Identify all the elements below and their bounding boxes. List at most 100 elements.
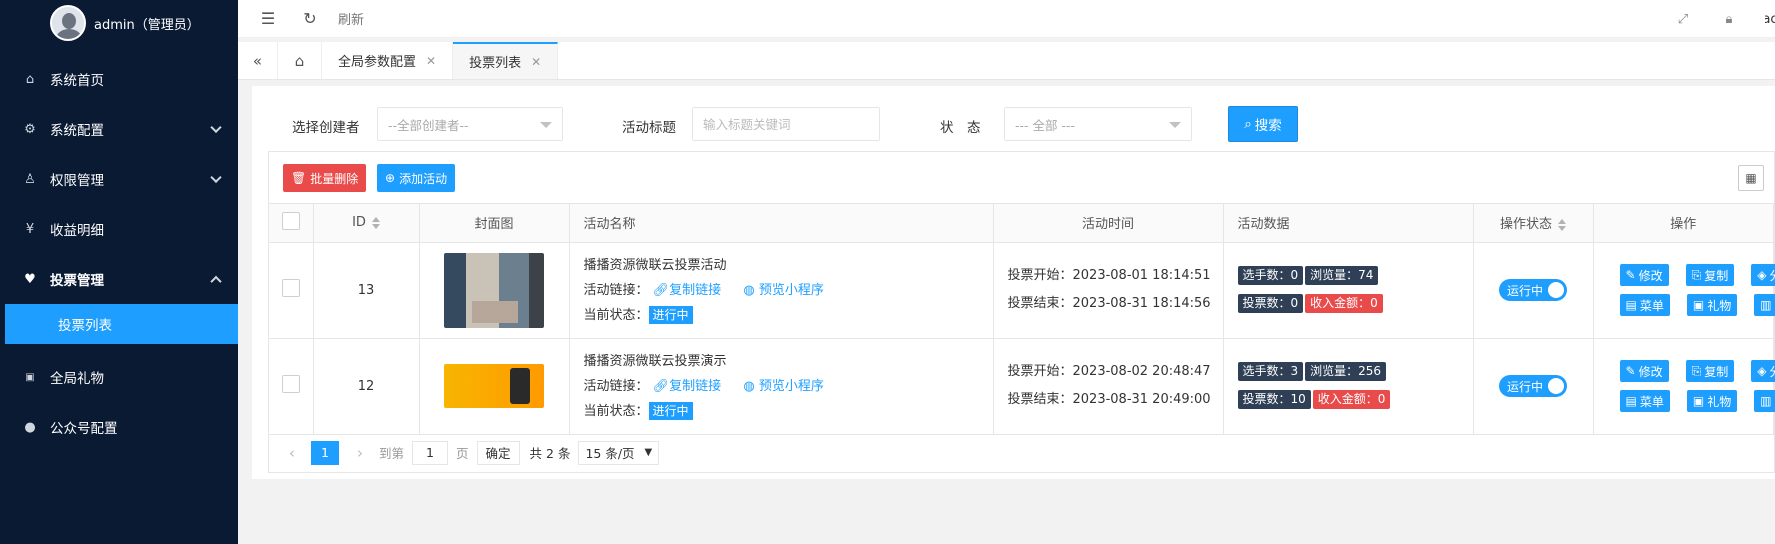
batch-delete-button[interactable]: 🗑︎ 批量删除 bbox=[283, 164, 367, 192]
refresh-icon[interactable]: ↻ bbox=[300, 9, 320, 29]
row-cover-cell bbox=[419, 338, 570, 435]
status-badge: 进行中 bbox=[648, 401, 693, 420]
copy-link[interactable]: 复制链接 bbox=[669, 283, 721, 298]
col-op-status[interactable]: 操作状态 bbox=[1473, 204, 1594, 243]
pagination: ‹ 1 › 到第 页 确定 共 2 条 15 条/页 ▼ bbox=[269, 435, 1774, 471]
add-activity-button[interactable]: ⊕ 添加活动 bbox=[377, 164, 456, 192]
players-badge: 选手数：0 bbox=[1237, 266, 1304, 285]
tab-global-params[interactable]: 全局参数配置 ✕ bbox=[322, 42, 454, 79]
activity-state-label: 当前状态： bbox=[583, 403, 649, 419]
sidebar-item-label: 系统配置 bbox=[50, 123, 104, 139]
activity-link-line: 活动链接： 🔗︎复制链接 ◍ 预览小程序 bbox=[584, 278, 993, 303]
search-button[interactable]: ⌕ 搜索 bbox=[1228, 106, 1298, 142]
preview-mini-program-link[interactable]: 预览小程序 bbox=[759, 379, 824, 394]
title-search-input[interactable] bbox=[692, 107, 880, 141]
gift-button[interactable]: ▣ 礼物 bbox=[1686, 390, 1738, 412]
copy-icon: ⎘ bbox=[1691, 363, 1702, 378]
row-select-cell bbox=[269, 242, 314, 339]
page-number-current[interactable]: 1 bbox=[311, 440, 339, 465]
sort-icon[interactable] bbox=[1558, 219, 1566, 231]
vote-end: 投票结束：2023-08-31 18:14:56 bbox=[1007, 296, 1211, 311]
fullscreen-icon[interactable]: ⤢ bbox=[1673, 9, 1693, 29]
page-size-select[interactable]: 15 条/页 ▼ bbox=[578, 440, 660, 465]
status-select[interactable]: --- 全部 --- bbox=[1004, 107, 1192, 141]
copy-label: 复制 bbox=[1704, 364, 1729, 379]
order-button[interactable]: ▥订单 bbox=[1754, 294, 1775, 316]
home-tab-icon[interactable]: ⌂ bbox=[278, 42, 322, 79]
vote-table: ID 封面图 活动名称 活动时间 活动数据 操作状态 操作 13 播播资源微联云… bbox=[269, 204, 1775, 435]
sidebar-item-permissions[interactable]: ♙ 权限管理 bbox=[0, 154, 238, 204]
sidebar-item-home[interactable]: ⌂ 系统首页 bbox=[0, 54, 238, 104]
copy-button[interactable]: ⎘ 复制 bbox=[1685, 360, 1735, 382]
running-switch[interactable]: 运行中 bbox=[1499, 279, 1567, 301]
row-checkbox[interactable] bbox=[281, 375, 300, 393]
search-icon: ⌕ bbox=[1244, 116, 1252, 132]
prev-page-icon[interactable]: ‹ bbox=[281, 444, 303, 462]
row-data-cell: 选手数：3 浏览量：256 投票数：10 收入金额：0 bbox=[1223, 338, 1474, 435]
user-profile[interactable]: admin（管理员） bbox=[0, 0, 238, 46]
select-all-checkbox[interactable] bbox=[281, 211, 300, 230]
lock-icon[interactable]: 🔒︎ bbox=[1719, 9, 1739, 29]
gift-icon: ▣ bbox=[1692, 298, 1705, 312]
copy-link-icon[interactable]: 🔗︎ bbox=[653, 379, 670, 394]
table-row: 12 播播资源微联云投票演示 活动链接： 🔗︎复制链接 ◍ 预览小程序 当前状态… bbox=[269, 338, 1775, 435]
data-grid: 🗑︎ 批量删除 ⊕ 添加活动 ▦ ID 封面图 活动名称 活动时间 活动数据 操… bbox=[268, 151, 1775, 473]
yen-icon: ¥ bbox=[25, 221, 35, 237]
cover-image[interactable] bbox=[444, 364, 544, 408]
sidebar-item-label: 公众号配置 bbox=[50, 421, 118, 437]
group-button[interactable]: ◈分组 bbox=[1751, 360, 1775, 382]
user-menu[interactable]: ac bbox=[1765, 9, 1775, 29]
select-all-cell bbox=[269, 204, 314, 243]
edit-label: 修改 bbox=[1638, 268, 1663, 283]
sidebar-item-income[interactable]: ¥ 收益明细 bbox=[0, 204, 238, 254]
sidebar-item-wechat[interactable]: ● 公众号配置 bbox=[0, 402, 238, 452]
row-ops-cell: ✎修改 ⎘复制 ◈分组 ▤菜单 ▣礼物 ▥订单 bbox=[1593, 242, 1775, 339]
sidebar-item-vote-manage[interactable]: ♥ 投票管理 bbox=[0, 254, 238, 304]
group-button[interactable]: ◈分组 bbox=[1751, 264, 1775, 286]
tab-vote-list[interactable]: 投票列表 ✕ bbox=[453, 42, 559, 79]
gift-button[interactable]: ▣ 礼物 bbox=[1686, 294, 1738, 316]
edit-button[interactable]: ✎ 修改 bbox=[1619, 360, 1669, 382]
col-id[interactable]: ID bbox=[313, 204, 420, 243]
menu-button[interactable]: ▤ 菜单 bbox=[1619, 294, 1670, 316]
preview-mini-program-link[interactable]: 预览小程序 bbox=[759, 283, 824, 298]
sidebar-subitem-vote-list[interactable]: 投票列表 bbox=[5, 304, 238, 344]
copy-button[interactable]: ⎘ 复制 bbox=[1685, 264, 1735, 286]
creator-select[interactable]: --全部创建者-- bbox=[377, 107, 563, 141]
next-page-icon[interactable]: › bbox=[349, 444, 371, 462]
sort-icon[interactable] bbox=[372, 217, 380, 229]
caret-down-icon: ▼ bbox=[644, 447, 653, 458]
copy-link-icon[interactable]: 🔗︎ bbox=[653, 283, 670, 298]
close-icon[interactable]: ✕ bbox=[531, 55, 541, 69]
activity-link-line: 活动链接： 🔗︎复制链接 ◍ 预览小程序 bbox=[584, 374, 993, 399]
status-label: 状 态 bbox=[940, 120, 981, 136]
menu-label: 菜单 bbox=[1639, 394, 1664, 409]
goto-page-input[interactable] bbox=[412, 440, 449, 465]
column-settings-icon[interactable]: ▦ bbox=[1738, 165, 1764, 191]
order-button[interactable]: ▥订单 bbox=[1754, 390, 1775, 412]
refresh-label[interactable]: 刷新 bbox=[338, 9, 364, 28]
fold-menu-icon[interactable]: ☰ bbox=[258, 9, 278, 29]
cover-image[interactable] bbox=[444, 252, 544, 328]
sidebar-item-gifts[interactable]: ▣ 全局礼物 bbox=[0, 352, 238, 402]
running-switch[interactable]: 运行中 bbox=[1499, 375, 1567, 397]
row-checkbox[interactable] bbox=[281, 279, 300, 297]
goto-confirm-button[interactable]: 确定 bbox=[476, 440, 520, 465]
home-icon: ⌂ bbox=[25, 71, 35, 87]
menu-button[interactable]: ▤ 菜单 bbox=[1619, 390, 1670, 412]
copy-link[interactable]: 复制链接 bbox=[669, 379, 721, 394]
top-bar-right: ⤢ 🔒︎ ac bbox=[1673, 0, 1775, 38]
content-card: 选择创建者 --全部创建者-- 活动标题 状 态 --- 全部 --- ⌕ 搜索… bbox=[252, 86, 1775, 479]
sidebar-item-system-config[interactable]: ⚙ 系统配置 bbox=[0, 104, 238, 154]
mini-program-icon[interactable]: ◍ bbox=[743, 379, 754, 394]
activity-state-line: 当前状态： 进行中 bbox=[584, 303, 993, 328]
mini-program-icon[interactable]: ◍ bbox=[743, 283, 754, 298]
activity-state-label: 当前状态： bbox=[583, 307, 649, 323]
gift-icon: ▣ bbox=[25, 371, 35, 383]
tabs-scroll-left-icon[interactable]: « bbox=[238, 42, 278, 79]
row-time-cell: 投票开始：2023-08-02 20:48:47 投票结束：2023-08-31… bbox=[993, 338, 1224, 435]
activity-state-line: 当前状态： 进行中 bbox=[584, 399, 993, 424]
row-time-cell: 投票开始：2023-08-01 18:14:51 投票结束：2023-08-31… bbox=[993, 242, 1224, 339]
close-icon[interactable]: ✕ bbox=[426, 54, 436, 68]
edit-button[interactable]: ✎ 修改 bbox=[1619, 264, 1669, 286]
